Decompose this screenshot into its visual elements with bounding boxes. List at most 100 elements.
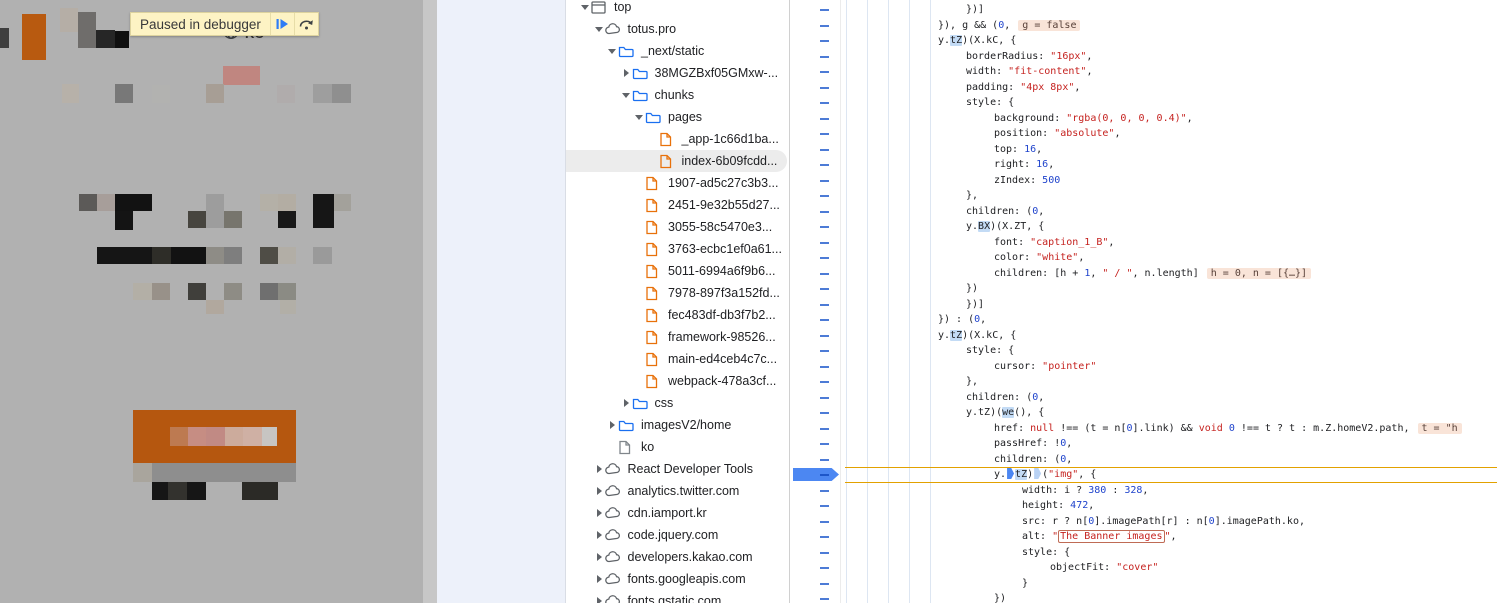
line-gutter-marker[interactable] xyxy=(791,18,840,34)
chevron-right-icon[interactable] xyxy=(593,573,605,585)
code-line[interactable]: y.tZ)(X.kC, { xyxy=(845,328,1497,344)
line-gutter-marker[interactable] xyxy=(791,405,840,421)
tree-item-css[interactable]: css xyxy=(566,392,789,414)
code-line[interactable]: children: (0, xyxy=(845,452,1497,468)
line-gutter-marker[interactable] xyxy=(791,33,840,49)
code-line[interactable]: }) : (0, xyxy=(845,312,1497,328)
code-line[interactable]: src: r ? n[0].imagePath[r] : n[0].imageP… xyxy=(845,514,1497,530)
chevron-right-icon[interactable] xyxy=(593,507,605,519)
line-gutter-marker[interactable] xyxy=(791,483,840,499)
chevron-down-icon[interactable] xyxy=(593,23,605,35)
code-line[interactable]: height: 472, xyxy=(845,498,1497,514)
tree-item--next-static[interactable]: _next/static xyxy=(566,40,789,62)
tree-item-main-ed4ceb4c7c-[interactable]: main-ed4ceb4c7c... xyxy=(566,348,789,370)
chevron-down-icon[interactable] xyxy=(620,89,632,101)
line-gutter-marker[interactable] xyxy=(791,374,840,390)
line-gutter-marker[interactable] xyxy=(791,157,840,173)
code-line[interactable]: }) xyxy=(845,281,1497,297)
code-line[interactable]: padding: "4px 8px", xyxy=(845,80,1497,96)
tree-item-totus-pro[interactable]: totus.pro xyxy=(566,18,789,40)
chevron-right-icon[interactable] xyxy=(593,551,605,563)
code-line[interactable]: y.tZ)(we(), { xyxy=(845,405,1497,421)
line-gutter-marker[interactable] xyxy=(791,529,840,545)
code-line[interactable]: zIndex: 500 xyxy=(845,173,1497,189)
tree-item-2451-9e32b55d27-[interactable]: 2451-9e32b55d27... xyxy=(566,194,789,216)
line-gutter-marker[interactable] xyxy=(791,266,840,282)
line-gutter-marker[interactable] xyxy=(791,219,840,235)
chevron-right-icon[interactable] xyxy=(593,463,605,475)
line-gutter-marker[interactable] xyxy=(791,80,840,96)
tree-item-analytics-twitter-com[interactable]: analytics.twitter.com xyxy=(566,480,789,502)
tree-item-webpack-478a3cf-[interactable]: webpack-478a3cf... xyxy=(566,370,789,392)
code-line[interactable]: }, xyxy=(845,374,1497,390)
code-line[interactable]: background: "rgba(0, 0, 0, 0.4)", xyxy=(845,111,1497,127)
code-line[interactable]: style: { xyxy=(845,343,1497,359)
code-line[interactable]: }), g && (0,g = false xyxy=(845,18,1497,34)
tree-item-developers-kakao-com[interactable]: developers.kakao.com xyxy=(566,546,789,568)
tree-item-pages[interactable]: pages xyxy=(566,106,789,128)
code-line[interactable]: }) xyxy=(845,591,1497,603)
chevron-down-icon[interactable] xyxy=(633,111,645,123)
line-gutter-marker[interactable] xyxy=(791,2,840,18)
line-gutter-marker[interactable] xyxy=(791,235,840,251)
chevron-right-icon[interactable] xyxy=(593,595,605,603)
code-line[interactable]: })] xyxy=(845,297,1497,313)
line-gutter-marker[interactable] xyxy=(791,545,840,561)
line-gutter-marker[interactable] xyxy=(791,498,840,514)
line-gutter-marker[interactable] xyxy=(791,436,840,452)
chevron-right-icon[interactable] xyxy=(620,67,632,79)
code-area[interactable]: })]}), g && (0,g = falsey.tZ)(X.kC, {bor… xyxy=(845,0,1497,603)
line-gutter-marker[interactable] xyxy=(791,111,840,127)
tree-item-fonts-googleapis-com[interactable]: fonts.googleapis.com xyxy=(566,568,789,590)
line-gutter-marker[interactable] xyxy=(791,359,840,375)
resume-script-button[interactable] xyxy=(270,13,294,35)
line-gutter-marker[interactable] xyxy=(791,204,840,220)
tree-item-38mgzbxf05gmxw-[interactable]: 38MGZBxf05GMxw-... xyxy=(566,62,789,84)
code-line[interactable]: children: [h + 1, " / ", n.length]h = 0,… xyxy=(845,266,1497,282)
execution-line-gutter-arrow[interactable] xyxy=(791,467,840,483)
code-line[interactable]: children: (0, xyxy=(845,204,1497,220)
code-line[interactable]: alt: "The Banner images", xyxy=(845,529,1497,545)
line-gutter-marker[interactable] xyxy=(791,514,840,530)
page-scrollbar[interactable] xyxy=(423,0,437,603)
tree-item-imagesv2-home[interactable]: imagesV2/home xyxy=(566,414,789,436)
chevron-right-icon[interactable] xyxy=(606,419,618,431)
tree-item-chunks[interactable]: chunks xyxy=(566,84,789,106)
code-line[interactable]: right: 16, xyxy=(845,157,1497,173)
tree-item-cdn-iamport-kr[interactable]: cdn.iamport.kr xyxy=(566,502,789,524)
line-gutter-marker[interactable] xyxy=(791,142,840,158)
line-gutter-marker[interactable] xyxy=(791,188,840,204)
code-line[interactable]: style: { xyxy=(845,95,1497,111)
code-line[interactable]: font: "caption_1_B", xyxy=(845,235,1497,251)
paused-code-line[interactable]: y.tZ)("img", { xyxy=(845,467,1497,483)
chevron-down-icon[interactable] xyxy=(606,45,618,57)
code-line[interactable]: href: null !== (t = n[0].link) && void 0… xyxy=(845,421,1497,437)
code-line[interactable]: style: { xyxy=(845,545,1497,561)
line-gutter-marker[interactable] xyxy=(791,312,840,328)
line-gutter-marker[interactable] xyxy=(791,421,840,437)
execution-position-marker[interactable] xyxy=(1034,468,1041,479)
tree-item-code-jquery-com[interactable]: code.jquery.com xyxy=(566,524,789,546)
line-gutter-marker[interactable] xyxy=(791,390,840,406)
code-line[interactable]: width: "fit-content", xyxy=(845,64,1497,80)
code-line[interactable]: color: "white", xyxy=(845,250,1497,266)
tree-item-1907-ad5c27c3b3-[interactable]: 1907-ad5c27c3b3... xyxy=(566,172,789,194)
line-gutter-marker[interactable] xyxy=(791,173,840,189)
code-line[interactable]: children: (0, xyxy=(845,390,1497,406)
line-gutter-marker[interactable] xyxy=(791,591,840,603)
line-gutter-marker[interactable] xyxy=(791,560,840,576)
line-gutter-marker[interactable] xyxy=(791,126,840,142)
code-line[interactable]: borderRadius: "16px", xyxy=(845,49,1497,65)
code-line[interactable]: objectFit: "cover" xyxy=(845,560,1497,576)
tree-item-top[interactable]: top xyxy=(566,0,789,18)
line-gutter-marker[interactable] xyxy=(791,250,840,266)
code-line[interactable]: position: "absolute", xyxy=(845,126,1497,142)
code-line[interactable]: y.tZ)(X.kC, { xyxy=(845,33,1497,49)
code-line[interactable]: cursor: "pointer" xyxy=(845,359,1497,375)
chevron-right-icon[interactable] xyxy=(593,529,605,541)
tree-item-5011-6994a6f9b6-[interactable]: 5011-6994a6f9b6... xyxy=(566,260,789,282)
chevron-right-icon[interactable] xyxy=(620,397,632,409)
tree-item--app-1c66d1ba-[interactable]: _app-1c66d1ba... xyxy=(566,128,789,150)
chevron-right-icon[interactable] xyxy=(593,485,605,497)
tree-item-3763-ecbc1ef0a61-[interactable]: 3763-ecbc1ef0a61... xyxy=(566,238,789,260)
